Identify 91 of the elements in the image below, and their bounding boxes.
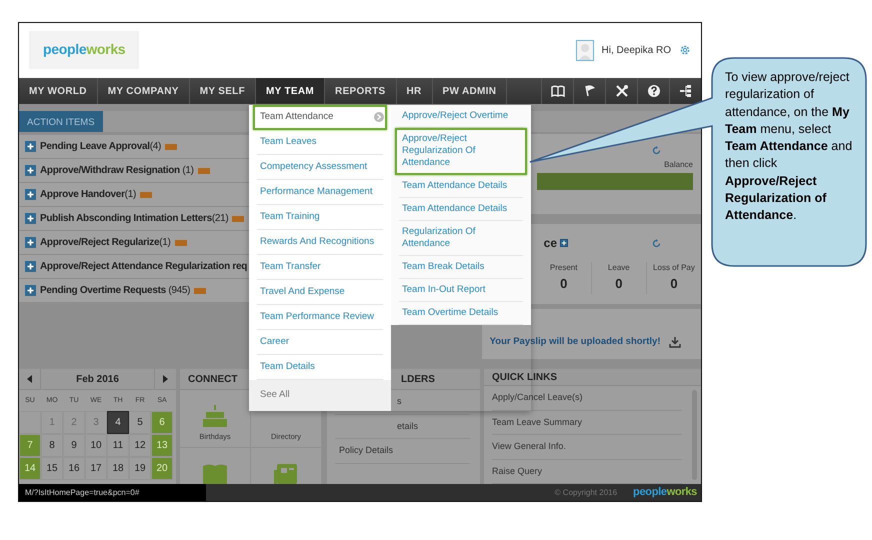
column-label: Leave <box>606 262 631 274</box>
menu-item[interactable]: Travel And Expense <box>257 280 383 306</box>
list-item[interactable]: s <box>397 396 402 406</box>
calendar-day[interactable]: 7 <box>19 434 41 457</box>
help-icon[interactable] <box>646 84 660 98</box>
quick-link[interactable]: Apply/Cancel Leave(s) <box>492 392 583 402</box>
expand-icon[interactable] <box>560 239 568 248</box>
menu-item[interactable]: Team Performance Review <box>257 305 383 330</box>
settings-icon[interactable] <box>679 44 691 56</box>
action-item-label[interactable]: Approve/Withdraw Resignation (1) <box>40 163 194 178</box>
calendar-day[interactable]: 8 <box>41 434 63 457</box>
menu-item[interactable]: Team Leaves <box>257 130 383 156</box>
quick-link[interactable]: Team Leave Summary <box>492 416 582 427</box>
expand-icon[interactable] <box>25 237 36 248</box>
callout-text: To view approve/reject regularization of attendance, on the My Team menu, select Team Attendance and then click Approve/Reject Regularization of Attendance. <box>725 69 854 224</box>
calendar-day[interactable]: 6 <box>151 410 173 434</box>
action-item-label[interactable]: Pending Leave Approval(4) <box>40 139 162 154</box>
menu-item[interactable]: Competency Assessment <box>257 155 383 180</box>
menu-item[interactable]: Approve/Reject Overtime <box>399 105 523 128</box>
quick-link[interactable]: Raise Query <box>492 466 542 476</box>
expand-icon[interactable] <box>25 165 36 176</box>
menu-item[interactable]: Team Attendance Details <box>399 198 523 222</box>
menu-item[interactable]: Career <box>257 330 383 356</box>
action-items-tab[interactable]: ACTION ITEMS <box>19 111 103 132</box>
calendar-day[interactable]: 13 <box>151 434 173 457</box>
calendar-day[interactable]: 15 <box>41 456 63 480</box>
action-item-label[interactable]: Publish Absconding Intimation Letters(21) <box>40 211 228 226</box>
user-greeting: Hi, Deepika RO <box>602 44 671 58</box>
newspaper-icon[interactable] <box>273 462 299 484</box>
calendar-day[interactable]: 19 <box>129 456 151 480</box>
count-value: 0 <box>669 275 679 294</box>
quick-link[interactable]: View General Info. <box>492 441 566 452</box>
action-item-label[interactable]: Pending Overtime Requests (945) <box>40 283 190 298</box>
see-all-link[interactable]: See All <box>249 380 391 411</box>
menu-item[interactable]: Team Transfer <box>257 255 383 280</box>
menu-item[interactable]: Team Break Details <box>399 256 523 280</box>
calendar-day[interactable]: 10 <box>85 434 107 457</box>
expand-icon[interactable] <box>25 189 36 200</box>
payslip-message: Your Payslip will be uploaded shortly! <box>490 335 660 350</box>
left-arrow-icon <box>27 375 32 384</box>
expand-icon[interactable] <box>25 285 36 296</box>
tools-icon[interactable] <box>614 84 628 98</box>
column-label: Present <box>548 262 578 274</box>
column-label: Balance <box>664 159 693 172</box>
book-icon[interactable] <box>550 84 564 98</box>
column-label: Loss of Pay <box>652 262 696 274</box>
status-url: M/?IsItHomePage=true&pcn=0# <box>19 484 206 501</box>
calendar-day[interactable]: 14 <box>19 456 41 480</box>
calendar-day[interactable]: 11 <box>107 434 129 457</box>
menu-item[interactable]: Team In-Out Report <box>399 279 523 302</box>
expand-icon[interactable] <box>25 141 36 152</box>
expand-icon[interactable] <box>25 261 36 272</box>
menu-item[interactable]: Team Training <box>257 205 383 230</box>
action-item-label[interactable]: Approve/Reject Regularize(1) <box>40 235 171 250</box>
count-value: 0 <box>559 275 568 294</box>
calendar-day[interactable]: 18 <box>107 456 129 480</box>
count-value: 0 <box>614 275 624 294</box>
nav-tab[interactable]: MY TEAM <box>256 78 326 104</box>
download-icon[interactable] <box>668 336 680 348</box>
calendar-day[interactable]: 17 <box>85 456 107 480</box>
flag-icon[interactable] <box>582 84 596 98</box>
action-item-label[interactable]: Approve/Reject Attendance Regularization req <box>40 259 248 274</box>
list-item[interactable]: etails <box>397 420 418 431</box>
logo: peopleworks <box>43 41 126 58</box>
calendar-day[interactable]: 9 <box>63 434 85 457</box>
action-item-label[interactable]: Approve Handover(1) <box>40 187 136 202</box>
menu-item[interactable]: Rewards And Recognitions <box>257 230 383 256</box>
panel-title: LDERS <box>401 372 435 387</box>
expand-icon[interactable] <box>25 213 36 224</box>
list-item[interactable]: Policy Details <box>339 445 394 456</box>
calendar-month: Feb 2016 <box>75 372 120 387</box>
menu-item[interactable]: Team Attendance <box>253 105 387 130</box>
logo: peopleworks <box>633 485 697 500</box>
panel-title: ce <box>544 235 557 252</box>
copyright-text: © Copyright 2016 <box>554 486 618 499</box>
menu-item[interactable]: Team Overtime Details <box>399 302 523 326</box>
calendar-day[interactable]: 20 <box>151 456 173 480</box>
avatar-icon <box>576 40 594 61</box>
calendar-day[interactable]: 4 <box>107 410 129 434</box>
panel-title: QUICK LINKS <box>484 369 701 386</box>
menu-item[interactable]: Approve/Reject Regularization Of Attendance <box>395 128 527 176</box>
calendar-day[interactable]: 12 <box>129 434 151 457</box>
menu-item[interactable]: Team Attendance Details <box>399 175 523 198</box>
calendar-day[interactable]: 16 <box>63 456 85 480</box>
menu-item[interactable]: Performance Management <box>257 180 383 206</box>
menu-item[interactable]: Regularization Of Attendance <box>399 221 523 256</box>
calendar-day[interactable]: 5 <box>129 410 151 434</box>
sitemap-icon[interactable] <box>678 84 692 98</box>
arrow-circle-icon <box>374 112 384 122</box>
book-icon[interactable] <box>202 462 228 484</box>
right-arrow-icon <box>163 375 168 384</box>
